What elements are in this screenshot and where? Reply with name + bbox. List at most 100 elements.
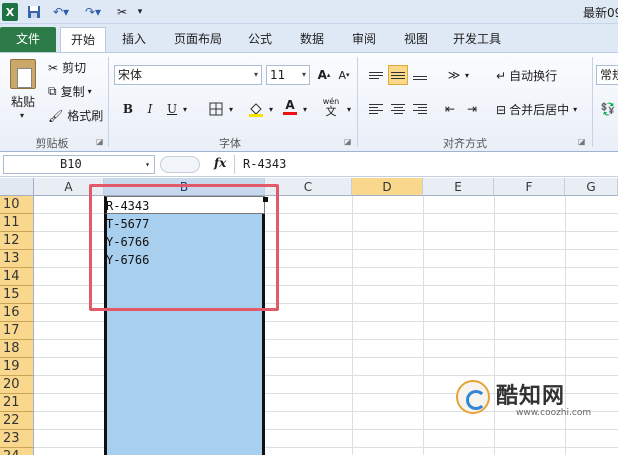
column-header-f[interactable]: F — [494, 178, 565, 196]
row-header-21[interactable]: 21 — [0, 394, 34, 412]
underline-button[interactable]: U — [162, 99, 182, 119]
font-color-button[interactable]: A — [280, 97, 300, 117]
row-header-24[interactable]: 24 — [0, 448, 34, 455]
wrap-text-button[interactable]: ↵ 自动换行 — [496, 67, 557, 84]
row-header-16[interactable]: 16 — [0, 304, 34, 322]
row-header-20[interactable]: 20 — [0, 376, 34, 394]
group-divider — [108, 57, 109, 147]
font-color-dropdown-icon[interactable]: ▾ — [300, 99, 310, 119]
copy-icon: ⧉ — [48, 84, 57, 98]
currency-format-icon[interactable]: 💱 — [598, 99, 618, 119]
ribbon-tabs: 文件 开始 插入 页面布局 公式 数据 审阅 视图 开发工具 — [0, 24, 618, 52]
save-icon[interactable] — [26, 3, 42, 21]
chevron-down-icon: ▾ — [301, 70, 306, 79]
increase-indent-icon[interactable]: ⇥ — [462, 99, 482, 119]
group-divider — [357, 57, 358, 147]
insert-function-icon[interactable]: fx — [214, 156, 226, 170]
border-icon[interactable] — [206, 99, 226, 119]
font-name-value: 宋体 — [118, 68, 143, 82]
underline-dropdown-icon[interactable]: ▾ — [180, 99, 190, 119]
row-header-12[interactable]: 12 — [0, 232, 34, 250]
watermark-name: 酷知网 — [496, 384, 566, 409]
merge-center-button[interactable]: ⊟ 合并后居中 ▾ — [496, 101, 577, 118]
window-title: 最新09 — [583, 6, 618, 20]
fill-dropdown-icon[interactable]: ▾ — [266, 99, 276, 119]
phonetic-icon: 文 — [325, 104, 337, 118]
cut-button[interactable]: ✂ 剪切 — [48, 59, 86, 76]
tab-file[interactable]: 文件 — [0, 27, 56, 52]
font-launcher-icon[interactable]: ◪ — [344, 137, 352, 146]
paste-dropdown-icon[interactable]: ▾ — [20, 111, 24, 120]
number-format-combo[interactable]: 常规 — [596, 65, 618, 85]
tab-review[interactable]: 审阅 — [344, 27, 384, 52]
column-header-e[interactable]: E — [423, 178, 494, 196]
orientation-dropdown-icon[interactable]: ▾ — [462, 65, 472, 85]
grow-font-icon[interactable]: A ▴ — [314, 65, 334, 85]
customize-tool-icon[interactable]: ✂ — [112, 3, 132, 21]
border-dropdown-icon[interactable]: ▾ — [226, 99, 236, 119]
redo-icon[interactable]: ↷▾ — [80, 3, 106, 21]
font-name-combo[interactable]: 宋体 ▾ — [114, 65, 262, 85]
tab-view[interactable]: 视图 — [396, 27, 436, 52]
watermark-url: www.coozhi.com — [516, 408, 592, 418]
select-all-corner[interactable] — [0, 178, 34, 196]
tab-page-layout[interactable]: 页面布局 — [166, 27, 230, 52]
row-header-23[interactable]: 23 — [0, 430, 34, 448]
align-top-icon[interactable] — [366, 65, 386, 85]
copy-button[interactable]: ⧉ 复制 ▾ — [48, 83, 92, 100]
quick-access-dropdown-icon[interactable]: ▾ — [134, 3, 146, 21]
row-header-18[interactable]: 18 — [0, 340, 34, 358]
italic-button[interactable]: I — [140, 99, 160, 119]
align-left-icon[interactable] — [366, 99, 386, 119]
font-size-combo[interactable]: 11 ▾ — [266, 65, 310, 85]
name-box[interactable]: B10 ▾ — [3, 155, 155, 174]
align-middle-icon[interactable] — [388, 65, 408, 85]
tab-developer[interactable]: 开发工具 — [446, 27, 508, 52]
bold-button[interactable]: B — [118, 99, 138, 119]
undo-icon[interactable]: ↶▾ — [48, 3, 74, 21]
tab-data[interactable]: 数据 — [292, 27, 332, 52]
orientation-icon[interactable]: ≫ — [444, 65, 464, 85]
row-header-10[interactable]: 10 — [0, 196, 34, 214]
chevron-down-icon: ▾ — [253, 70, 258, 79]
row-header-19[interactable]: 19 — [0, 358, 34, 376]
row-header-13[interactable]: 13 — [0, 250, 34, 268]
ribbon-home: 粘贴 ▾ ✂ 剪切 ⧉ 复制 ▾ 🖌 格式刷 剪贴板 ◪ 宋体 ▾ 11 ▾ A ▴ A ▾ B… — [0, 52, 618, 152]
tab-formulas[interactable]: 公式 — [240, 27, 280, 52]
fill-color-icon[interactable] — [246, 99, 266, 119]
merge-center-label: 合并后居中 — [509, 103, 570, 117]
number-format-value: 常规 — [600, 68, 618, 82]
row-header-17[interactable]: 17 — [0, 322, 34, 340]
phonetic-dropdown-icon[interactable]: ▾ — [344, 99, 354, 119]
row-header-14[interactable]: 14 — [0, 268, 34, 286]
column-header-d[interactable]: D — [352, 178, 423, 196]
shrink-font-icon[interactable]: A ▾ — [334, 65, 354, 85]
tab-insert[interactable]: 插入 — [112, 27, 156, 52]
formula-bar: B10 ▾ fx R-4343 — [0, 153, 618, 177]
font-color-glyph: A — [285, 98, 295, 112]
watermark: 酷知网 www.coozhi.com — [456, 378, 618, 422]
tab-home[interactable]: 开始 — [60, 27, 106, 52]
align-right-icon[interactable] — [410, 99, 430, 119]
alignment-group-label: 对齐方式 — [443, 137, 487, 150]
title-bar: X ↶▾ ↷▾ ✂ ▾ 最新09 — [0, 0, 618, 24]
paste-button[interactable]: 粘贴 — [11, 93, 35, 110]
decrease-indent-icon[interactable]: ⇤ — [440, 99, 460, 119]
row-header-15[interactable]: 15 — [0, 286, 34, 304]
phonetic-button[interactable]: wén 文 — [318, 97, 344, 118]
row-header-11[interactable]: 11 — [0, 214, 34, 232]
cut-label: 剪切 — [62, 61, 87, 75]
wrap-text-label: 自动换行 — [509, 69, 558, 83]
paste-icon[interactable] — [10, 59, 36, 89]
formula-bar-toggle[interactable] — [160, 156, 200, 173]
format-painter-button[interactable]: 🖌 格式刷 — [48, 107, 103, 124]
merge-icon: ⊟ — [496, 102, 507, 117]
formula-input[interactable]: R-4343 — [234, 155, 618, 174]
align-bottom-icon[interactable] — [410, 65, 430, 85]
alignment-launcher-icon[interactable]: ◪ — [578, 137, 586, 146]
column-header-g[interactable]: G — [565, 178, 618, 196]
coozhi-logo-icon — [456, 380, 490, 414]
align-center-icon[interactable] — [388, 99, 408, 119]
row-header-22[interactable]: 22 — [0, 412, 34, 430]
clipboard-launcher-icon[interactable]: ◪ — [96, 137, 104, 146]
